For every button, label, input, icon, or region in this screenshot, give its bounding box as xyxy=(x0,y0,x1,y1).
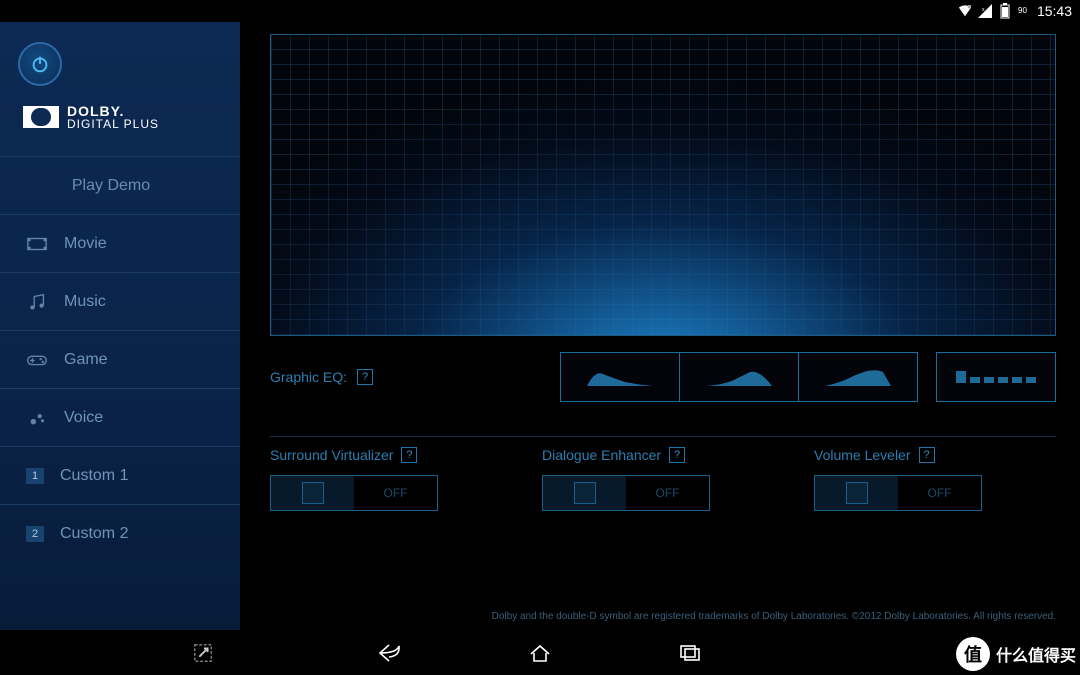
brand-line2: DIGITAL PLUS xyxy=(67,118,159,130)
battery-icon xyxy=(998,4,1012,18)
signal-icon: x xyxy=(978,4,992,18)
back-icon xyxy=(377,642,403,664)
watermark: 值 什么值得买 xyxy=(956,637,1076,671)
brand-line1: DOLBY. xyxy=(67,104,159,118)
watermark-text: 什么值得买 xyxy=(996,642,1076,666)
curve-b-icon xyxy=(704,364,774,390)
app-root: DOLBY. DIGITAL PLUS Play Demo Movie Musi… xyxy=(0,22,1080,630)
graphic-eq-label: Graphic EQ: xyxy=(270,369,347,385)
toggle-off-text: OFF xyxy=(898,476,981,510)
surround-group: Surround Virtualizer ? OFF xyxy=(270,447,512,511)
sidebar-item-game[interactable]: Game xyxy=(0,330,240,388)
toggle-off-text: OFF xyxy=(626,476,709,510)
gamepad-icon xyxy=(26,349,48,371)
toggle-knob xyxy=(574,482,596,504)
recent-button[interactable] xyxy=(675,638,705,668)
play-demo-label: Play Demo xyxy=(72,177,150,195)
help-icon[interactable]: ? xyxy=(401,447,417,463)
watermark-badge: 值 xyxy=(956,637,990,671)
eq-presets xyxy=(561,352,1056,402)
sidebar-item-custom1[interactable]: 1 Custom 1 xyxy=(0,446,240,504)
sidebar-item-label: Custom 2 xyxy=(60,525,128,543)
volume-label: Volume Leveler xyxy=(814,447,911,463)
clock: 15:43 xyxy=(1037,3,1072,19)
sidebar: DOLBY. DIGITAL PLUS Play Demo Movie Musi… xyxy=(0,22,240,630)
home-button[interactable] xyxy=(525,638,555,668)
eq-label-row: Graphic EQ: ? xyxy=(270,369,373,385)
dialogue-group: Dialogue Enhancer ? OFF xyxy=(542,447,784,511)
sidebar-item-label: Game xyxy=(64,351,108,369)
toggle-off-text: OFF xyxy=(354,476,437,510)
android-nav-bar xyxy=(0,630,1080,675)
volume-group: Volume Leveler ? OFF xyxy=(814,447,1056,511)
sidebar-item-label: Voice xyxy=(64,409,103,427)
screenshot-icon xyxy=(192,642,214,664)
voice-icon xyxy=(26,407,48,429)
toggle-knob xyxy=(846,482,868,504)
dialogue-label: Dialogue Enhancer xyxy=(542,447,661,463)
wifi-icon xyxy=(958,4,972,18)
double-d-icon xyxy=(23,106,59,128)
power-button[interactable] xyxy=(18,42,62,86)
dialogue-toggle[interactable]: OFF xyxy=(542,475,710,511)
screenshot-button[interactable] xyxy=(188,638,218,668)
sidebar-item-voice[interactable]: Voice xyxy=(0,388,240,446)
eq-preset-3[interactable] xyxy=(798,352,918,402)
divider xyxy=(270,436,1056,437)
volume-toggle[interactable]: OFF xyxy=(814,475,982,511)
main-panel: Graphic EQ: ? xyxy=(240,22,1080,630)
power-icon xyxy=(29,53,51,75)
eq-preset-1[interactable] xyxy=(560,352,680,402)
eq-visualizer[interactable] xyxy=(270,34,1056,336)
music-icon xyxy=(26,291,48,313)
badge-2-icon: 2 xyxy=(26,526,44,542)
recent-icon xyxy=(678,643,702,663)
sidebar-item-music[interactable]: Music xyxy=(0,272,240,330)
eq-preset-custom[interactable] xyxy=(936,352,1056,402)
battery-level: 90 xyxy=(1018,7,1027,15)
sidebar-item-label: Custom 1 xyxy=(60,467,128,485)
home-icon xyxy=(527,642,553,664)
sidebar-item-custom2[interactable]: 2 Custom 2 xyxy=(0,504,240,562)
toggles-row: Surround Virtualizer ? OFF Dialogue Enha… xyxy=(270,447,1056,511)
help-icon[interactable]: ? xyxy=(669,447,685,463)
film-icon xyxy=(26,233,48,255)
sidebar-item-movie[interactable]: Movie xyxy=(0,214,240,272)
help-icon[interactable]: ? xyxy=(357,369,373,385)
toggle-knob xyxy=(302,482,324,504)
curve-a-icon xyxy=(585,364,655,390)
sidebar-item-label: Music xyxy=(64,293,106,311)
blocks-icon xyxy=(956,371,1036,383)
surround-toggle[interactable]: OFF xyxy=(270,475,438,511)
eq-preset-2[interactable] xyxy=(679,352,799,402)
surround-label: Surround Virtualizer xyxy=(270,447,393,463)
sidebar-item-label: Movie xyxy=(64,235,107,253)
curve-c-icon xyxy=(823,364,893,390)
android-status-bar: x 90 15:43 xyxy=(0,0,1080,22)
back-button[interactable] xyxy=(375,638,405,668)
trademark-footer: Dolby and the double-D symbol are regist… xyxy=(270,603,1056,622)
badge-1-icon: 1 xyxy=(26,468,44,484)
play-demo-button[interactable]: Play Demo xyxy=(0,156,240,214)
brand-logo: DOLBY. DIGITAL PLUS xyxy=(18,86,222,138)
help-icon[interactable]: ? xyxy=(919,447,935,463)
